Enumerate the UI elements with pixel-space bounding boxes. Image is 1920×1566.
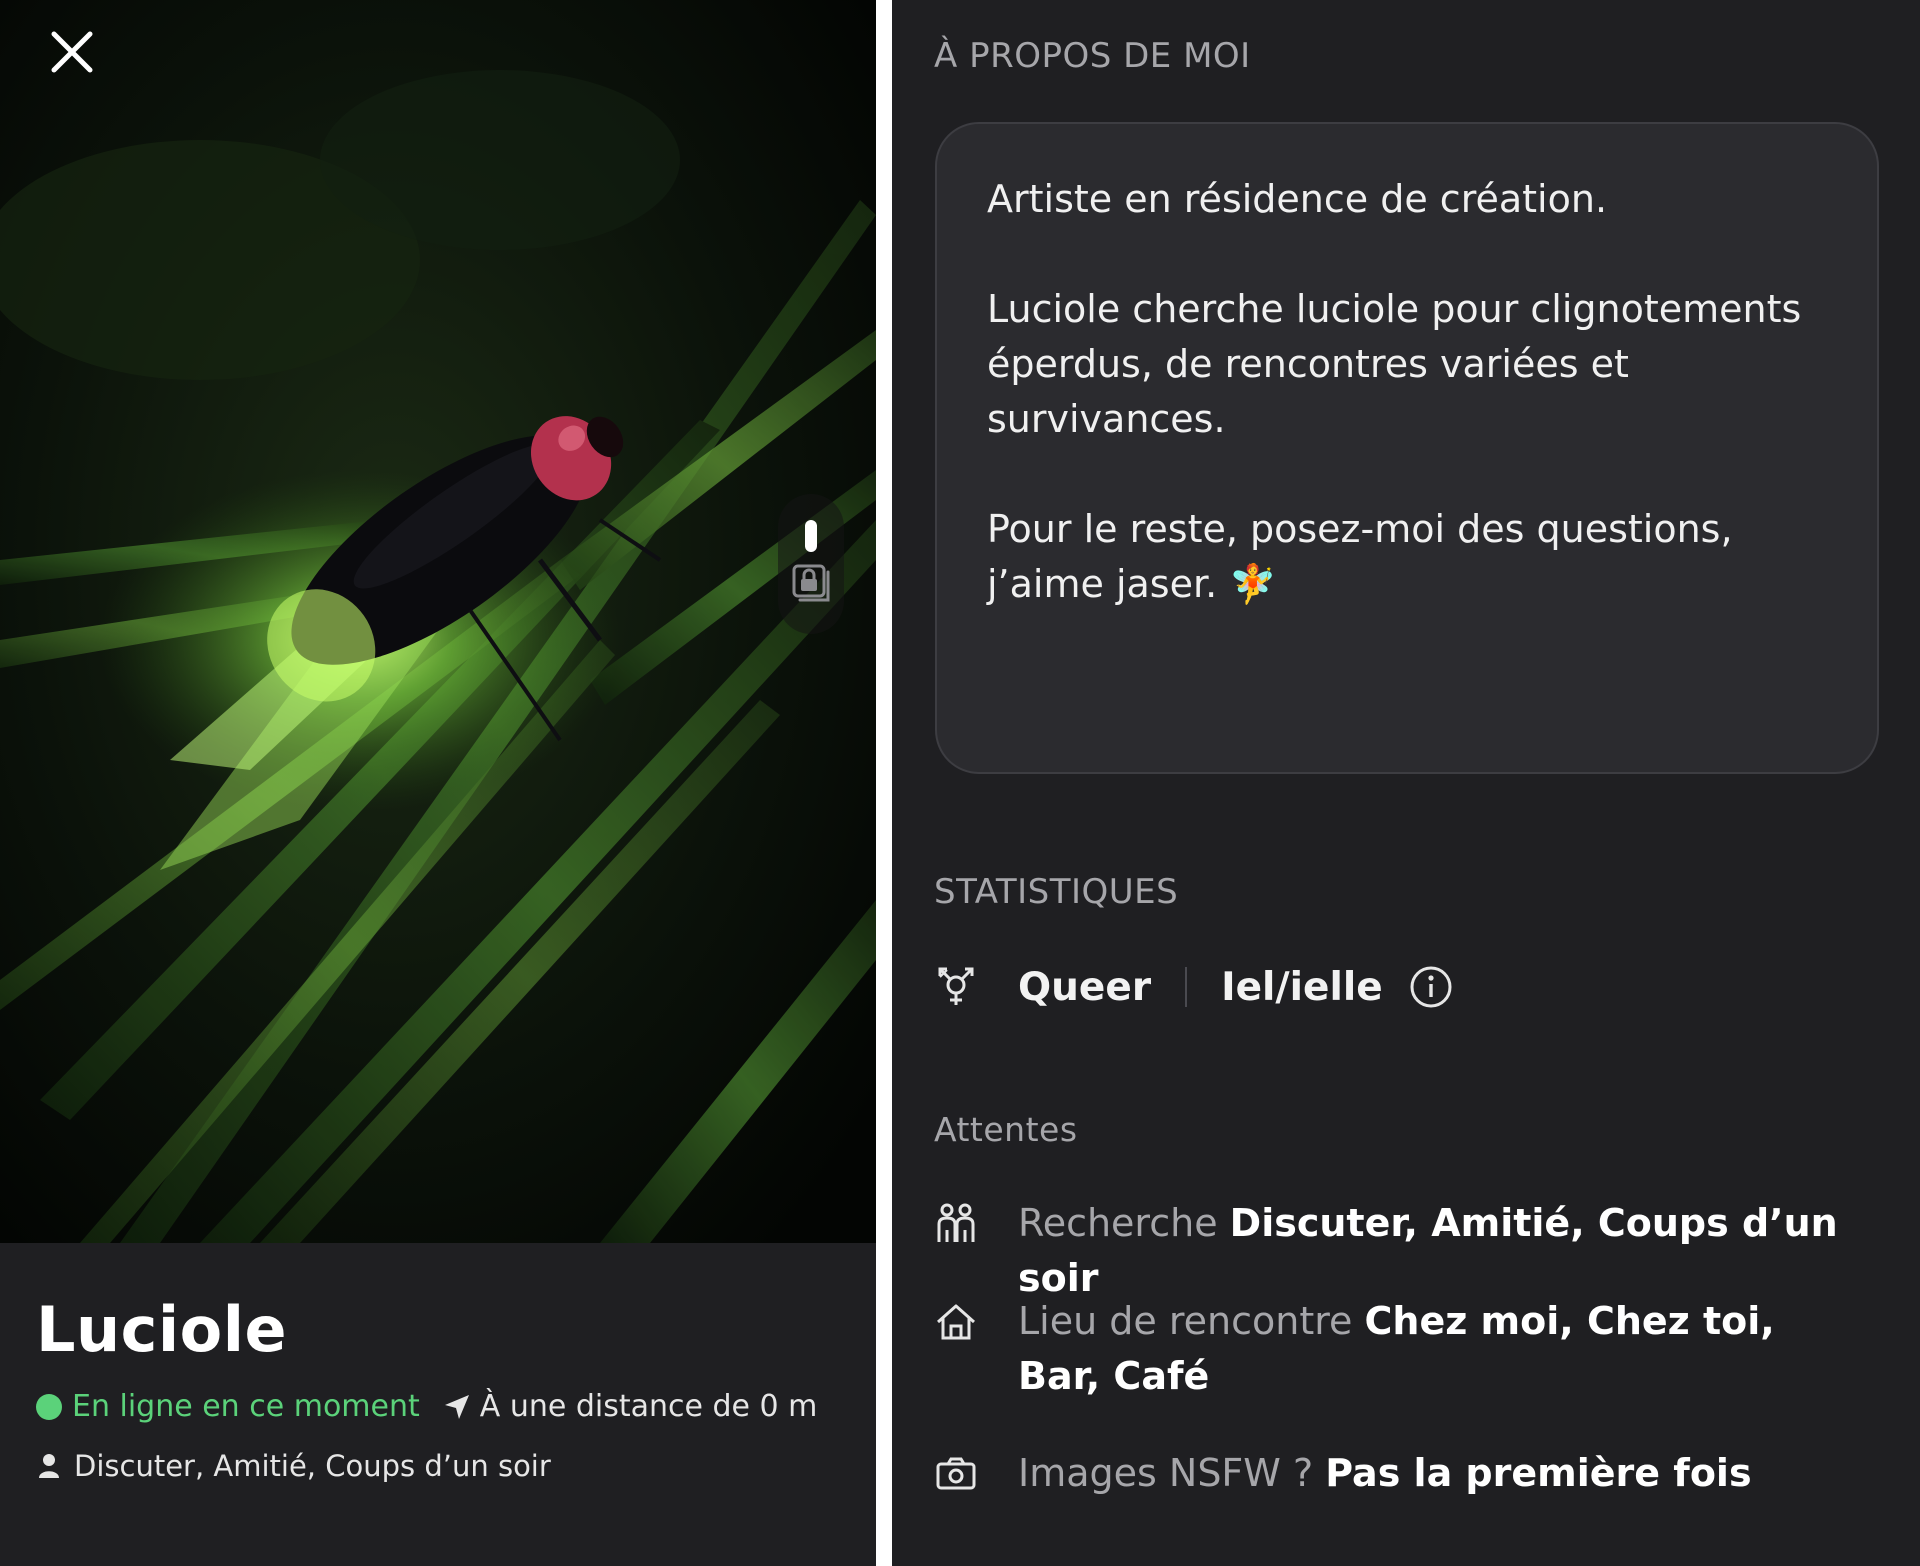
looking-for-summary: Discuter, Amitié, Coups d’un soir [74,1449,551,1483]
about-section-title: À PROPOS DE MOI [934,36,1251,76]
profile-name: Luciole [36,1293,288,1366]
close-button[interactable] [42,22,102,82]
online-indicator-icon [36,1393,62,1420]
firefly-photo-illustration [0,0,876,1243]
people-icon [937,1203,975,1242]
meeting-place-label: Lieu de rencontre [1018,1299,1353,1343]
pronouns-stat: Iel/ielle [1221,964,1383,1010]
profile-photo-panel: Luciole En ligne en ce moment À une dist… [0,0,876,1566]
expectations-section-title: Attentes [934,1110,1078,1149]
profile-details-panel: À PROPOS DE MOI Artiste en résidence de … [892,0,1920,1566]
nsfw-label: Images NSFW ? [1018,1451,1314,1495]
photo-gallery-indicator[interactable] [778,494,844,634]
navigation-arrow-icon [444,1394,469,1419]
nsfw-value: Pas la première fois [1325,1451,1752,1495]
close-icon [51,31,93,73]
expectation-meeting-place: Lieu de rencontre Chez moi, Chez toi, Ba… [934,1294,1834,1404]
profile-photo[interactable] [0,0,876,1243]
about-card: Artiste en résidence de création. Luciol… [935,122,1879,774]
looking-for-label: Recherche [1018,1201,1218,1245]
current-photo-indicator [805,520,817,552]
expectation-looking-for: Recherche Discuter, Amitié, Coups d’un s… [934,1196,1914,1306]
info-icon[interactable] [1409,965,1453,1009]
stats-section-title: STATISTIQUES [934,872,1179,912]
stats-row: Queer Iel/ielle [934,956,1453,1018]
home-icon [937,1304,975,1340]
distance-text: À une distance de 0 m [479,1389,818,1424]
person-icon [39,1454,59,1478]
expectation-nsfw: Images NSFW ? Pas la première fois [934,1446,1914,1501]
looking-for-text: Recherche Discuter, Amitié, Coups d’un s… [1018,1196,1914,1306]
camera-icon [936,1457,976,1490]
about-text: Artiste en résidence de création. Luciol… [987,177,1802,606]
transgender-symbol-icon [938,967,974,1005]
status-row: En ligne en ce moment À une distance de … [36,1389,817,1424]
nsfw-text: Images NSFW ? Pas la première fois [1018,1446,1752,1501]
looking-for-row: Discuter, Amitié, Coups d’un soir [38,1449,551,1483]
profile-summary: Luciole En ligne en ce moment À une dist… [0,1243,876,1566]
online-status: En ligne en ce moment [72,1389,420,1424]
identity-stat: Queer [1018,964,1152,1010]
meeting-place-text: Lieu de rencontre Chez moi, Chez toi, Ba… [1018,1294,1834,1404]
stat-divider [1185,967,1188,1007]
lock-gallery-icon[interactable] [790,562,832,606]
